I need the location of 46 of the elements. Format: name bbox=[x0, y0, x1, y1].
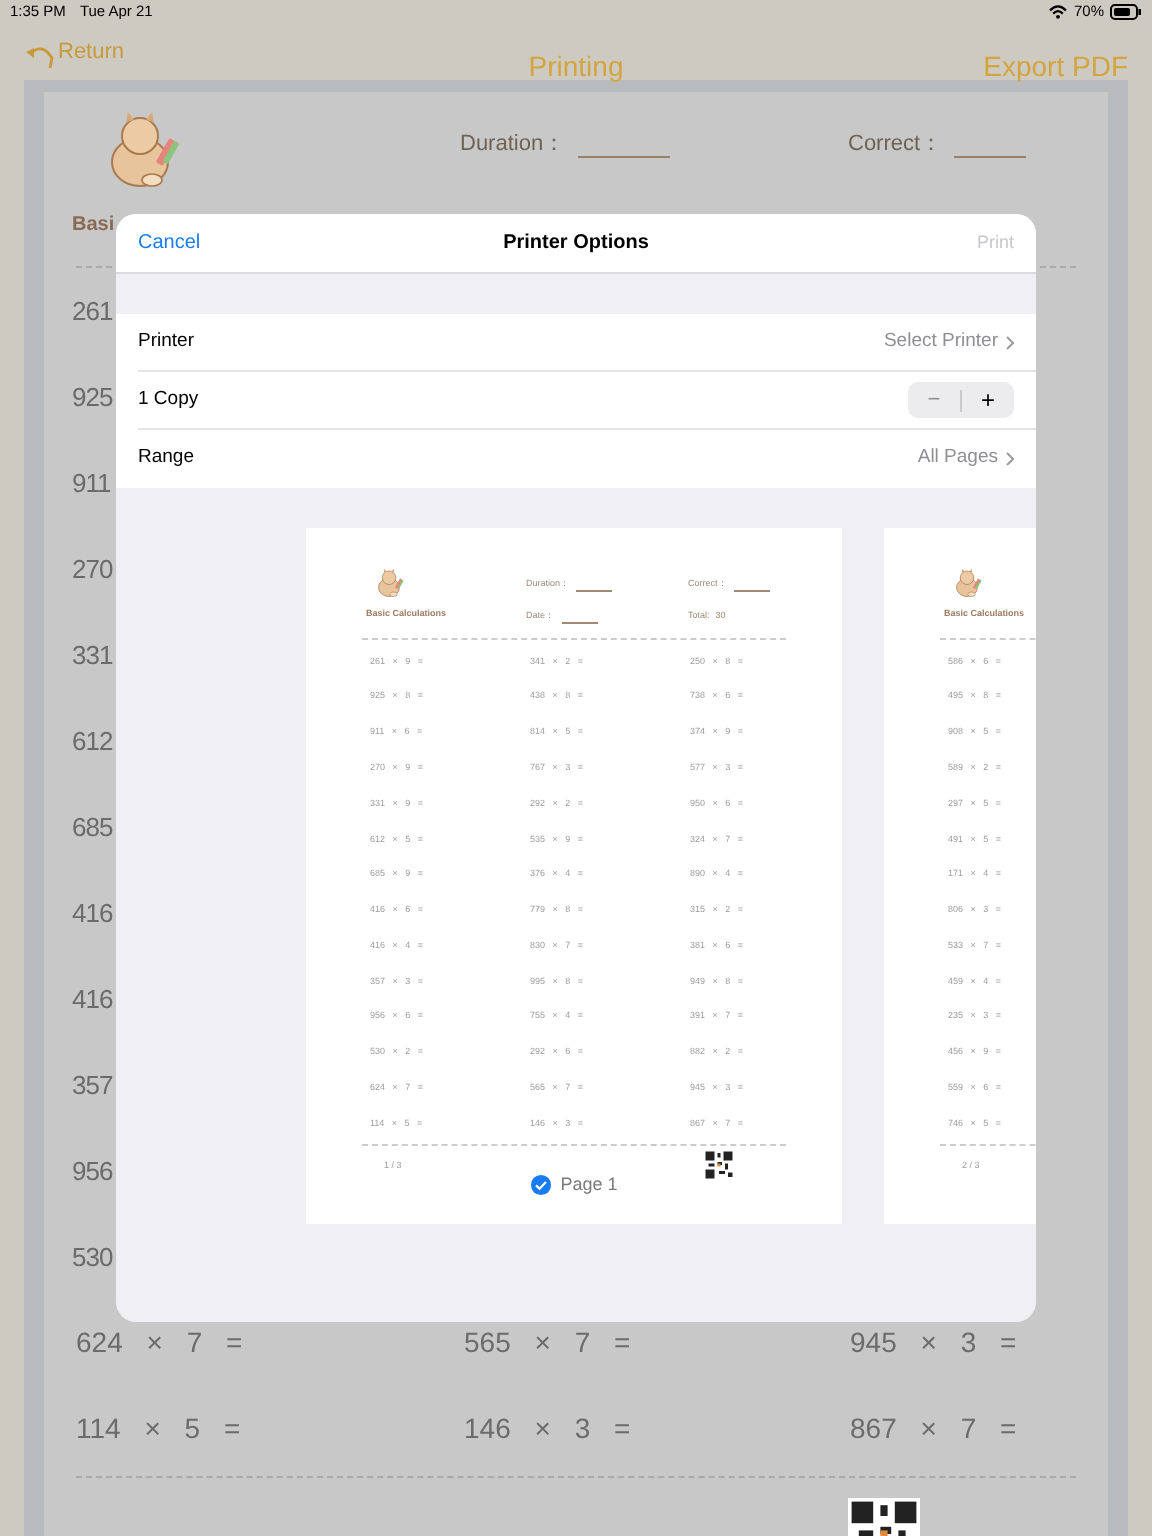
option-value[interactable]: All Pages bbox=[917, 444, 1014, 474]
correct-line bbox=[954, 155, 1027, 157]
increment-button[interactable]: + bbox=[962, 382, 1014, 418]
option-label: Printer bbox=[138, 327, 194, 356]
problem-text: 867 × 7 = bbox=[850, 1410, 1019, 1448]
fill-in-line bbox=[561, 621, 598, 624]
option-label: 1 Copy bbox=[138, 385, 199, 414]
problem-text: 624 × 7 = bbox=[76, 1324, 245, 1362]
dialog-title: Printer Options bbox=[503, 230, 649, 258]
problem-text: 114 × 5 = bbox=[76, 1410, 243, 1448]
option-label: Range bbox=[138, 444, 194, 473]
problem-text: 270 bbox=[72, 551, 113, 588]
problem-text: 612 bbox=[72, 723, 113, 760]
problem-text: 956 bbox=[72, 1153, 113, 1190]
problem-text: 565 × 7 = bbox=[464, 1324, 633, 1362]
option-value[interactable]: Select Printer bbox=[883, 327, 1014, 357]
duration-line bbox=[577, 155, 670, 157]
duration-label: Duration： bbox=[460, 130, 566, 160]
qr-code-icon bbox=[704, 1150, 734, 1181]
problem-text: 945 × 3 = bbox=[850, 1324, 1019, 1362]
undo-arrow-icon bbox=[24, 41, 56, 69]
problem-text: 416 bbox=[72, 981, 113, 1018]
problem-text: 331 bbox=[72, 637, 113, 674]
problem-text: 146 × 3 = bbox=[464, 1410, 633, 1448]
page-preview[interactable] bbox=[306, 528, 842, 1224]
mascot-drawing bbox=[374, 568, 404, 598]
problem-text: 911 bbox=[72, 465, 111, 502]
problem-text: 261 bbox=[72, 293, 113, 330]
mascot-drawing bbox=[952, 568, 982, 598]
battery-icon bbox=[1110, 4, 1142, 20]
worksheet-title: Basi bbox=[72, 212, 115, 240]
page-select-toggle[interactable]: Page 1 bbox=[530, 1172, 618, 1199]
fill-in-line bbox=[733, 589, 770, 592]
problem-text: 685 bbox=[72, 809, 113, 846]
problem-text: 357 bbox=[72, 1067, 113, 1104]
fill-in-line bbox=[576, 589, 613, 592]
chevron-right-icon bbox=[1006, 452, 1014, 466]
decrement-button[interactable]: − bbox=[908, 383, 960, 417]
wifi-icon bbox=[1047, 4, 1068, 20]
correct-label: Correct： bbox=[848, 130, 943, 160]
problem-text: 530 bbox=[72, 1239, 113, 1276]
problem-text: 416 bbox=[72, 895, 113, 932]
problem-text: 925 bbox=[72, 379, 113, 416]
page-title: Printing bbox=[528, 48, 624, 86]
cancel-button[interactable]: Cancel bbox=[138, 228, 201, 258]
chevron-right-icon bbox=[1006, 335, 1014, 349]
